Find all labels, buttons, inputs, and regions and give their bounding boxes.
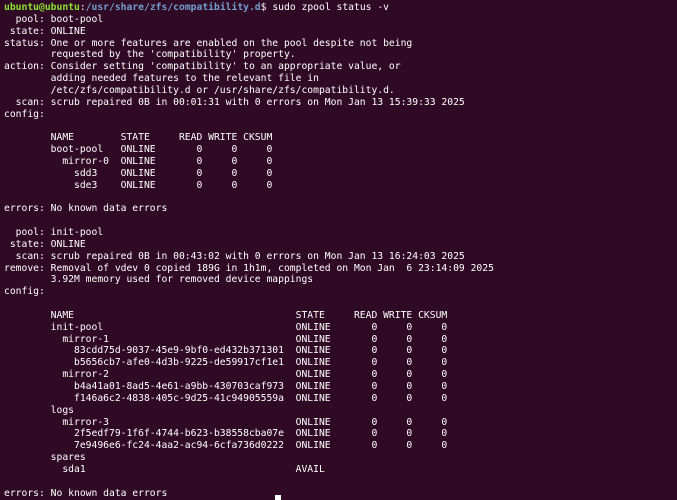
output-line: mirror-1 ONLINE 0 0 0 [4, 333, 448, 345]
output-line: b4a41a01-8ad5-4e61-a9bb-430703caf973 ONL… [4, 381, 448, 392]
output-line: spares [4, 452, 86, 464]
output-line: boot-pool ONLINE 0 0 0 [4, 144, 273, 156]
output-line: scan: scrub repaired 0B in 00:01:31 with… [4, 96, 465, 108]
output-line: NAME STATE READ WRITE CKSUM [4, 132, 273, 144]
terminal-window[interactable]: ubuntu@ubuntu:/usr/share/zfs/compatibili… [0, 0, 677, 500]
prompt-user-host: ubuntu@ubuntu [4, 2, 80, 13]
output-line: 7e9496e6-fc24-4aa2-ac94-6cfa736d0222 ONL… [4, 440, 448, 452]
command-text: sudo zpool status -v [266, 2, 389, 13]
output-line: sdd3 ONLINE 0 0 0 [4, 167, 273, 179]
output-line: adding needed features to the relevant f… [4, 73, 319, 85]
output-line: sda1 AVAIL [4, 463, 325, 475]
output-line: logs [4, 404, 74, 416]
output-line: errors: No known data errors [4, 203, 168, 215]
text-cursor [275, 495, 281, 500]
output-line: f146a6c2-4838-405c-9d25-41c94905559a ONL… [4, 392, 448, 404]
output-line: config: [4, 108, 45, 120]
output-line: 3.92M memory used for removed device map… [4, 274, 314, 286]
output-line: scan: scrub repaired 0B in 00:43:02 with… [4, 250, 465, 262]
output-line: sde3 ONLINE 0 0 0 [4, 179, 273, 191]
output-line: remove: Removal of vdev 0 copied 189G in… [4, 262, 494, 274]
output-line: 83cdd75d-9037-45e9-9bf0-ed432b371301 ONL… [4, 345, 448, 357]
terminal-output: pool: boot-pool state: ONLINE status: One… [4, 14, 677, 500]
output-line: NAME STATE READ WRITE CKSUM [4, 309, 448, 321]
output-line: pool: boot-pool [4, 13, 104, 25]
output-line: mirror-0 ONLINE 0 0 0 [4, 155, 273, 167]
output-line: mirror-2 ONLINE 0 0 0 [4, 369, 448, 381]
prompt-path: /usr/share/zfs/compatibility.d [85, 2, 261, 13]
output-line: b5656cb7-afe0-4d3b-9225-de59917cf1e1 ONL… [4, 357, 448, 369]
output-line: init-pool ONLINE 0 0 0 [4, 321, 448, 333]
output-line: config: [4, 286, 45, 298]
output-line: requested by the 'compatibility' propert… [4, 49, 296, 61]
output-line: errors: No known data errors [4, 487, 168, 499]
command-prompt-line: ubuntu@ubuntu:/usr/share/zfs/compatibili… [4, 2, 677, 14]
output-line: pool: init-pool [4, 227, 104, 239]
output-line: 2f5edf79-1f6f-4744-b623-b38558cba07e ONL… [4, 428, 448, 440]
output-line: mirror-3 ONLINE 0 0 0 [4, 416, 448, 428]
output-line: status: One or more features are enabled… [4, 37, 413, 49]
output-line: /etc/zfs/compatibility.d or /usr/share/z… [4, 84, 395, 96]
output-line: action: Consider setting 'compatibility'… [4, 61, 401, 73]
output-line: state: ONLINE [4, 25, 86, 37]
output-line: state: ONLINE [4, 238, 86, 250]
